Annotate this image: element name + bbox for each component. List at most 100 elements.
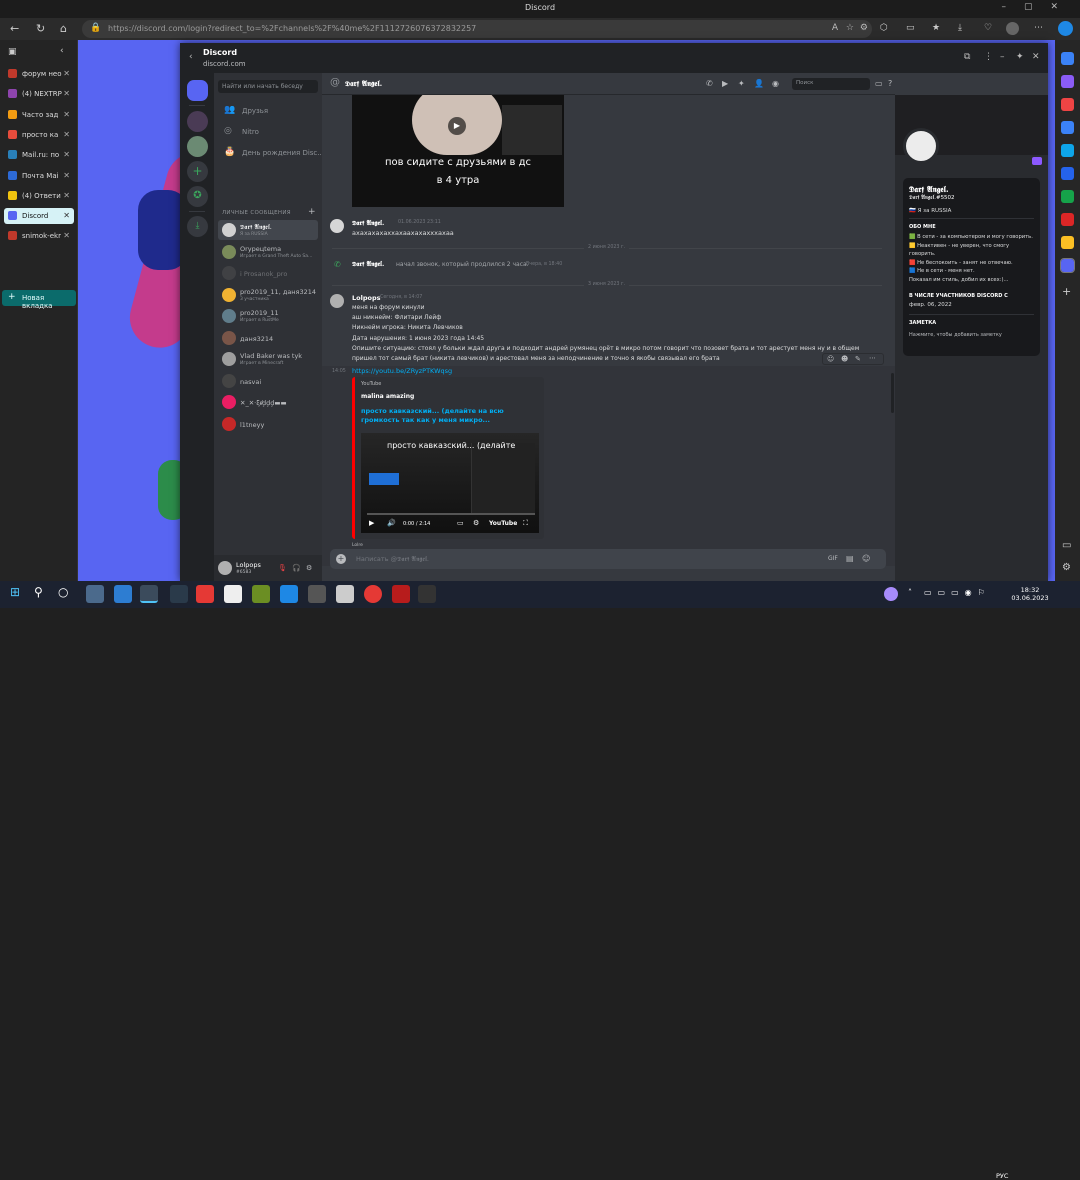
dm-item[interactable]: 𝕯𝖆𝖗𝖋 𝕬𝖓𝖌𝖊𝖑. Я за RUSSIA	[218, 220, 318, 240]
note-input[interactable]: Нажмите, чтобы добавить заметку	[909, 332, 1002, 338]
close-tab-icon[interactable]: ✕	[63, 130, 70, 139]
settings-icon[interactable]: ⚙	[1062, 562, 1071, 573]
new-tab-button[interactable]: + Новая вкладка	[2, 290, 76, 310]
favorites-icon[interactable]: ★	[932, 23, 940, 33]
dm-item[interactable]: ✕_✕·ξᵲ̸ḑḑḑ▬▬	[218, 392, 318, 412]
add-friend-icon[interactable]: 👤	[754, 79, 764, 88]
browser-tab[interactable]: просто ка ✕	[4, 127, 74, 143]
embed-author[interactable]: malina amazing	[361, 393, 414, 400]
taskbar-app-icon[interactable]	[280, 585, 298, 603]
youtube-link[interactable]: https://youtu.be/ZRyzPTKWqsg	[352, 367, 452, 375]
close-tab-icon[interactable]: ✕	[63, 211, 70, 220]
dm-item[interactable]: i Prosanok_pro	[218, 263, 318, 283]
mute-mic-icon[interactable]: 🎙	[278, 564, 287, 572]
dm-item[interactable]: pro2019_11, даня3214 3 участника	[218, 285, 318, 305]
server-icon[interactable]	[187, 136, 208, 157]
nav-item[interactable]: 👥 Друзья	[220, 103, 318, 119]
taskbar-app-icon[interactable]	[392, 585, 410, 603]
home-icon[interactable]: ⌂	[60, 22, 67, 35]
tools-icon[interactable]	[1061, 98, 1074, 111]
discord-sidebar-icon[interactable]	[1060, 258, 1075, 273]
embed-title[interactable]: просто кавказский... (делайте на всю гро…	[361, 407, 537, 425]
download-apps-icon[interactable]: ⤓	[187, 216, 208, 237]
avatar[interactable]	[330, 219, 344, 233]
pin-icon[interactable]: ✦	[1016, 52, 1024, 62]
back-icon[interactable]: ←	[10, 22, 19, 35]
more-icon[interactable]: ⋯	[1034, 23, 1043, 33]
emoji-icon[interactable]: ☺	[862, 554, 870, 563]
start-icon[interactable]: ⊞	[10, 585, 28, 603]
mail-app-icon[interactable]	[114, 585, 132, 603]
sidebar-layout-icon[interactable]: ▭	[1062, 540, 1071, 551]
taskbar-app-icon[interactable]	[170, 585, 188, 603]
outlook-icon[interactable]	[1061, 167, 1074, 180]
pin-icon[interactable]: ✦	[738, 79, 745, 88]
video-thumbnail[interactable]: ▶ пов сидите с друзьями в дс в 4 утра	[352, 95, 564, 207]
roblox-icon[interactable]	[336, 585, 354, 603]
split-screen-icon[interactable]: ▭	[906, 23, 915, 33]
video-icon[interactable]: ▶	[722, 79, 728, 88]
tracking-icon[interactable]: ⚙	[860, 23, 868, 33]
yandex-icon[interactable]	[1061, 236, 1074, 249]
download-icon[interactable]: ⤓	[958, 23, 962, 33]
explore-icon[interactable]: ✪	[187, 186, 208, 207]
favorite-add-icon[interactable]: ☆	[846, 23, 854, 33]
volume-icon[interactable]: 🔊	[387, 519, 396, 527]
browser-tab[interactable]: Часто зад ✕	[4, 107, 74, 123]
avatar[interactable]	[218, 561, 232, 575]
browser-tab[interactable]: форум нео ✕	[4, 66, 74, 82]
browser-tab[interactable]: Почта Mai ✕	[4, 168, 74, 184]
dm-item[interactable]: l1tneyy	[218, 414, 318, 434]
chat-recipient[interactable]: 𝕯𝖆𝖗𝖋 𝕬𝖓𝖌𝖊𝖑.	[345, 79, 382, 89]
nav-item[interactable]: 🎂 День рождения Disc...	[220, 145, 324, 161]
more-icon[interactable]: ⋯	[869, 354, 876, 362]
extension-icon[interactable]: ⬡	[880, 23, 888, 33]
drop-icon[interactable]	[1061, 190, 1074, 203]
more-icon[interactable]: ⋮	[984, 52, 993, 62]
url-bar[interactable]: 🔒 https://discord.com/login?redirect_to=…	[82, 20, 872, 38]
vk-icon[interactable]	[1061, 213, 1074, 226]
chat-scrollbar[interactable]	[891, 373, 894, 413]
message-author[interactable]: 𝕯𝖆𝖗𝖋 𝕬𝖓𝖌𝖊𝖑.	[352, 219, 384, 228]
close-tab-icon[interactable]: ✕	[63, 191, 70, 200]
add-reaction-icon[interactable]: ☺	[827, 355, 834, 363]
taskbar-app-icon[interactable]	[86, 585, 104, 603]
assistant-icon[interactable]	[884, 587, 898, 601]
taskbar-app-icon[interactable]	[308, 585, 326, 603]
message-author[interactable]: Lolpops	[352, 294, 380, 302]
read-aloud-icon[interactable]: A	[832, 23, 838, 33]
dm-item[interactable]: даня3214	[218, 328, 318, 348]
browser-tab[interactable]: (4) NEXTRP ✕	[4, 86, 74, 102]
office-icon[interactable]	[1061, 144, 1074, 157]
language-indicator[interactable]: РУС	[996, 1172, 1008, 1180]
search-input[interactable]: Найти или начать беседу	[218, 80, 318, 93]
attach-icon[interactable]: +	[336, 554, 346, 564]
chat-search-input[interactable]: Поиск	[792, 78, 870, 90]
settings-icon[interactable]: ⚙	[306, 564, 312, 572]
browser-tab[interactable]: Discord ✕	[4, 208, 74, 225]
close-tab-icon[interactable]: ✕	[63, 110, 70, 119]
play-icon[interactable]: ▶	[448, 117, 466, 135]
search-icon[interactable]: ⚲	[34, 585, 52, 603]
collapse-panel-icon[interactable]: ‹	[60, 46, 64, 56]
gif-icon[interactable]: GIF	[828, 555, 838, 562]
edge-taskbar-icon[interactable]	[140, 585, 158, 603]
browser-tab[interactable]: snimok-ekr ✕	[4, 228, 74, 244]
create-dm-icon[interactable]: +	[308, 207, 316, 217]
back-icon[interactable]: ‹	[189, 52, 193, 62]
close-tab-icon[interactable]: ✕	[63, 89, 70, 98]
sticker-icon[interactable]: ▤	[846, 554, 854, 563]
browser-tab[interactable]: Mail.ru: по ✕	[4, 147, 74, 163]
dm-item[interactable]: Orypeцtema Играет в Grand Theft Auto Sa..…	[218, 242, 318, 262]
reply-icon[interactable]: ☻	[841, 355, 848, 363]
close-tab-icon[interactable]: ✕	[63, 69, 70, 78]
task-view-icon[interactable]: ○	[58, 585, 76, 603]
avatar[interactable]	[330, 294, 344, 308]
dm-item[interactable]: Vlad Baker was tyk Играет в Minecraft	[218, 349, 318, 369]
yandex-taskbar-icon[interactable]	[196, 585, 214, 603]
dm-item[interactable]: nasvai	[218, 371, 318, 391]
clock[interactable]: 18:32 03.06.2023	[1010, 586, 1050, 602]
close-icon[interactable]: ✕	[1032, 52, 1040, 62]
profile-avatar[interactable]	[1006, 22, 1019, 35]
fullscreen-icon[interactable]: ⛶	[523, 519, 528, 528]
